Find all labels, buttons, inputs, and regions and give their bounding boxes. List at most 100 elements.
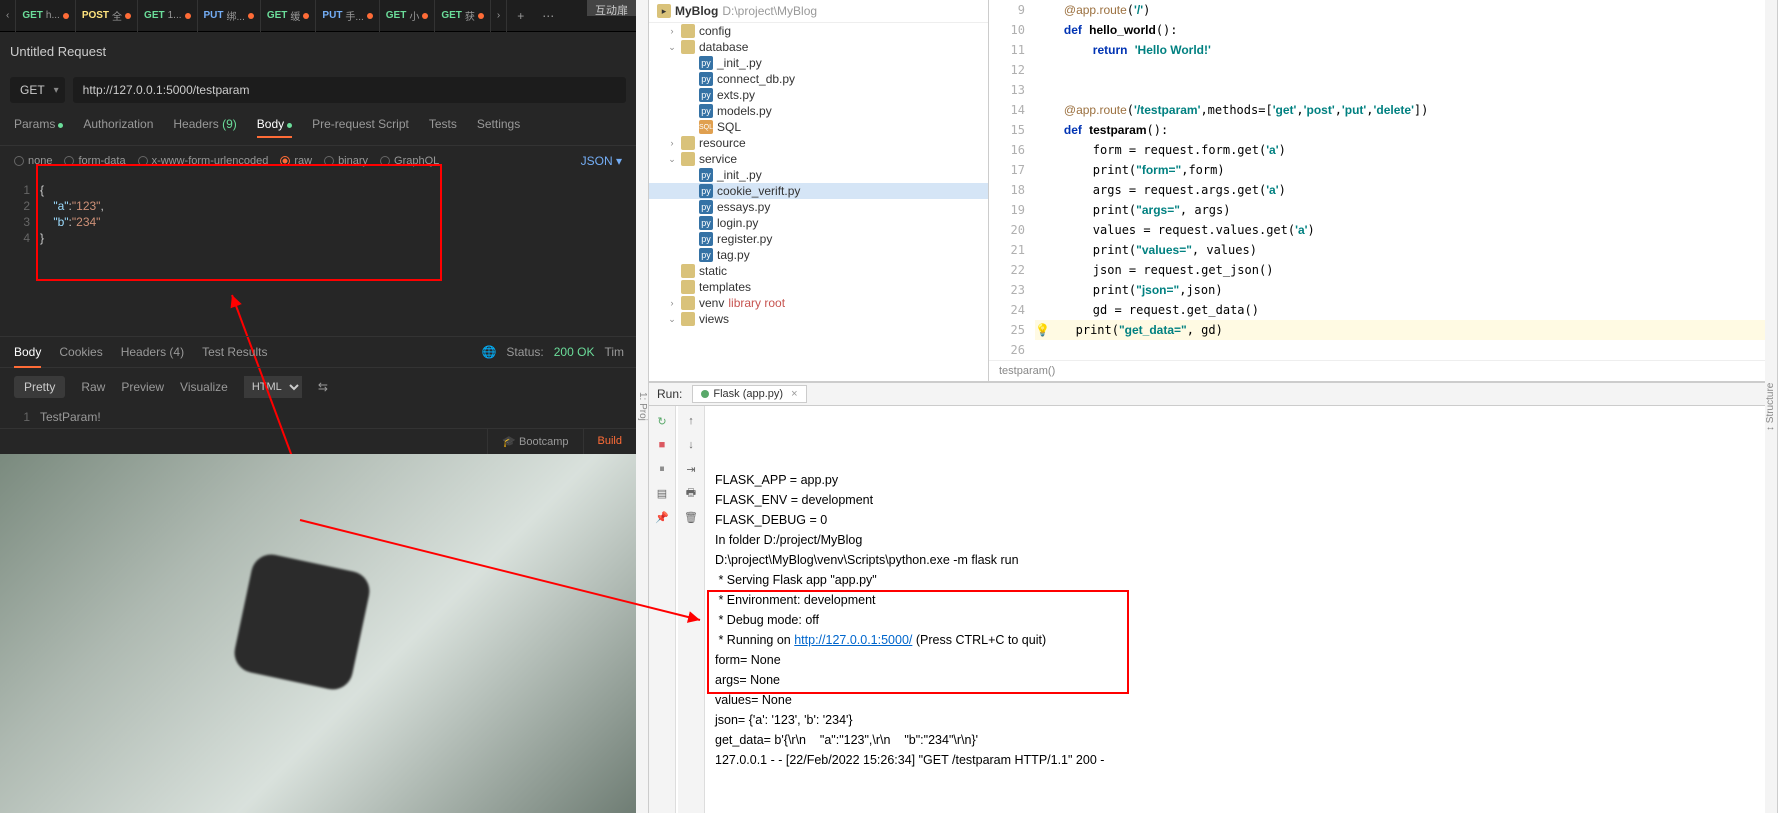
run-console[interactable]: FLASK_APP = app.pyFLASK_ENV = developmen… [705, 406, 1765, 813]
radio-raw[interactable]: raw [280, 155, 312, 167]
view-preview[interactable]: Preview [121, 380, 164, 394]
view-visualize[interactable]: Visualize [180, 380, 228, 394]
request-option-tabs: Params Authorization Headers (9) Body Pr… [0, 109, 636, 146]
tree-file[interactable]: pylogin.py [649, 215, 988, 231]
resp-tab-cookies[interactable]: Cookies [59, 345, 102, 359]
project-root[interactable]: ▸ MyBlog D:\project\MyBlog [649, 0, 988, 23]
run-config-tab[interactable]: Flask (app.py)× [692, 385, 806, 403]
python-icon: py [699, 72, 713, 86]
radio-graphql[interactable]: GraphQL [380, 155, 439, 167]
folder-icon [681, 312, 695, 326]
postman-footer: 🎓 Bootcamp Build [0, 428, 636, 454]
request-tab[interactable]: GET缓 [261, 0, 317, 32]
code-editor[interactable]: 9 @app.route('/')10 def hello_world():11… [989, 0, 1765, 381]
tab-prerequest[interactable]: Pre-request Script [312, 117, 409, 137]
tree-file[interactable]: pyregister.py [649, 231, 988, 247]
ide-structure-gutter[interactable]: ↕ Structure [1765, 0, 1778, 813]
rerun-icon[interactable]: ↻ [653, 412, 671, 430]
response-body: 1 TestParam! [0, 406, 636, 428]
tree-static[interactable]: static [649, 263, 988, 279]
radio-urlencoded[interactable]: x-www-form-urlencoded [138, 155, 269, 167]
globe-icon[interactable]: 🌐 [481, 345, 496, 359]
pin-icon[interactable]: 📌 [653, 508, 671, 526]
request-tab[interactable]: GETh... [16, 0, 75, 32]
tree-database[interactable]: ⌄database [649, 39, 988, 55]
tree-file[interactable]: py_init_.py [649, 55, 988, 71]
request-tab[interactable]: POST全 [76, 0, 138, 32]
python-icon: py [699, 184, 713, 198]
tab-settings[interactable]: Settings [477, 117, 520, 137]
request-tab[interactable]: GET1... [138, 0, 197, 32]
tree-file[interactable]: py_init_.py [649, 167, 988, 183]
view-format-select[interactable]: HTML [244, 376, 302, 398]
python-icon: py [699, 104, 713, 118]
stop-icon[interactable]: ■ [653, 436, 671, 454]
tab-tests[interactable]: Tests [429, 117, 457, 137]
tree-config[interactable]: ›config [649, 23, 988, 39]
resp-tab-body[interactable]: Body [14, 345, 41, 359]
layout-icon[interactable]: ▤ [653, 484, 671, 502]
tab-more-icon[interactable]: ⋯ [534, 9, 562, 23]
nav-back-icon[interactable]: ‹ [0, 0, 16, 32]
ide-left-gutter[interactable]: 1: Proj [636, 0, 649, 813]
radio-formdata[interactable]: form-data [64, 155, 125, 167]
tree-file[interactable]: pyessays.py [649, 199, 988, 215]
time-label: Tim [604, 345, 624, 359]
sql-icon: SQL [699, 120, 713, 134]
view-raw[interactable]: Raw [81, 380, 105, 394]
folder-icon [681, 136, 695, 150]
tree-venv[interactable]: ›venv library root [649, 295, 988, 311]
export-icon[interactable]: ⇥ [682, 460, 700, 478]
status-label: Status: [506, 345, 543, 359]
wrap-icon[interactable]: ⇆ [318, 380, 328, 394]
tab-params[interactable]: Params [14, 117, 63, 137]
trash-icon[interactable]: 🗑 [682, 508, 700, 526]
tree-file[interactable]: SQLSQL [649, 119, 988, 135]
request-tab-bar: ‹ GETh...POST全GET1...PUT绑...GET缓PUT手...G… [0, 0, 636, 32]
resp-tab-testresults[interactable]: Test Results [202, 345, 267, 359]
tab-body[interactable]: Body [257, 117, 292, 137]
tab-authorization[interactable]: Authorization [83, 117, 153, 137]
tree-templates[interactable]: templates [649, 279, 988, 295]
python-icon: py [699, 232, 713, 246]
tree-file[interactable]: pyconnect_db.py [649, 71, 988, 87]
request-tab[interactable]: PUT手... [316, 0, 379, 32]
tree-resource[interactable]: ›resource [649, 135, 988, 151]
body-format-select[interactable]: JSON ▾ [581, 154, 622, 168]
status-code: 200 OK [554, 345, 595, 359]
print-icon[interactable]: 🖶 [682, 484, 700, 502]
tab-headers[interactable]: Headers (9) [173, 117, 236, 137]
run-status-icon [701, 390, 709, 398]
body-editor[interactable]: 1234 { "a":"123", "b":"234" } [0, 176, 636, 256]
add-tab-button[interactable]: + [507, 9, 534, 23]
method-select[interactable]: GET [10, 77, 65, 103]
tree-file-selected[interactable]: pycookie_verift.py [649, 183, 988, 199]
view-pretty[interactable]: Pretty [14, 376, 65, 398]
request-tab[interactable]: GET获 [435, 0, 491, 32]
up-icon[interactable]: ↑ [682, 412, 700, 430]
footer-build[interactable]: Build [583, 429, 636, 454]
url-input[interactable]: http://127.0.0.1:5000/testparam [73, 77, 626, 103]
ide-panel: 1: Proj ▸ MyBlog D:\project\MyBlog ›conf… [636, 0, 1778, 813]
top-right-label: 互动扉 [587, 0, 636, 16]
pause-icon[interactable]: ⏸ [653, 460, 671, 478]
folder-icon [681, 40, 695, 54]
down-icon[interactable]: ↓ [682, 436, 700, 454]
python-icon: py [699, 248, 713, 262]
radio-binary[interactable]: binary [324, 155, 368, 167]
project-tree: ▸ MyBlog D:\project\MyBlog ›config ⌄data… [649, 0, 989, 381]
tree-file[interactable]: pyexts.py [649, 87, 988, 103]
tree-file[interactable]: pymodels.py [649, 103, 988, 119]
request-tab[interactable]: PUT绑... [198, 0, 261, 32]
python-icon: py [699, 200, 713, 214]
radio-none[interactable]: none [14, 155, 52, 167]
editor-breadcrumb[interactable]: testparam() [989, 360, 1765, 381]
response-view-tabs: Pretty Raw Preview Visualize HTML ⇆ [0, 368, 636, 406]
tree-service[interactable]: ⌄service [649, 151, 988, 167]
tree-views[interactable]: ⌄views [649, 311, 988, 327]
tree-file[interactable]: pytag.py [649, 247, 988, 263]
footer-bootcamp[interactable]: 🎓 Bootcamp [487, 429, 582, 454]
nav-fwd-icon[interactable]: › [491, 0, 507, 32]
resp-tab-headers[interactable]: Headers (4) [121, 345, 184, 359]
request-tab[interactable]: GET小 [380, 0, 436, 32]
